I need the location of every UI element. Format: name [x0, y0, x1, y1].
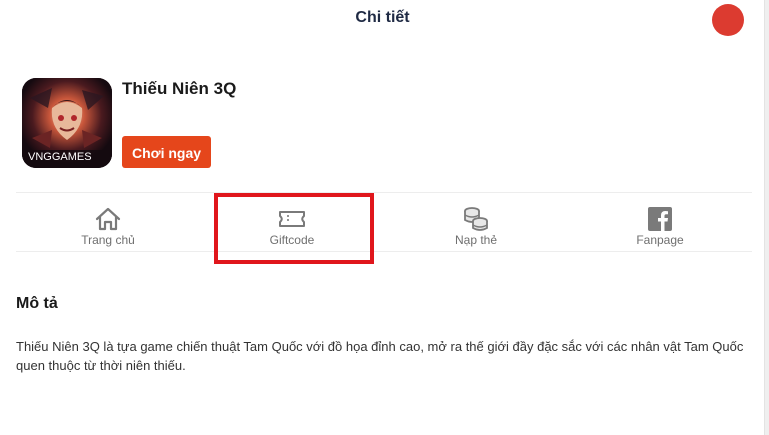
page: Chi tiết VNGGAMES Thiếu Niên 3Q Chơi nga…	[0, 0, 769, 435]
tab-topup-label: Nạp thẻ	[454, 233, 498, 247]
divider	[16, 251, 752, 252]
scrollbar[interactable]	[764, 0, 769, 435]
app-icon: VNGGAMES	[22, 78, 112, 168]
brand-logo-text: VNGGAMES	[28, 151, 92, 163]
app-title: Thiếu Niên 3Q	[122, 79, 237, 98]
tab-home[interactable]: Trang chủ	[16, 193, 200, 251]
tab-giftcode-label: Giftcode	[269, 233, 315, 247]
tab-topup[interactable]: Nạp thẻ	[384, 193, 568, 251]
tab-fanpage[interactable]: Fanpage	[568, 193, 752, 251]
nav-tabs: Trang chủ Giftcode Nạp thẻ Fanpage	[16, 193, 752, 251]
description-heading: Mô tả	[16, 295, 58, 312]
tab-fanpage-label: Fanpage	[636, 233, 684, 247]
page-title: Chi tiết	[355, 9, 410, 26]
home-icon	[94, 206, 122, 232]
ticket-icon	[278, 206, 306, 232]
close-icon[interactable]	[712, 4, 744, 36]
header: Chi tiết	[0, 0, 765, 38]
tab-giftcode[interactable]: Giftcode	[200, 193, 384, 251]
play-now-button[interactable]: Chơi ngay	[122, 136, 211, 168]
description-text: Thiếu Niên 3Q là tựa game chiến thuật Ta…	[16, 339, 744, 373]
tab-home-label: Trang chủ	[81, 233, 135, 247]
coins-icon	[462, 206, 490, 232]
facebook-icon	[646, 206, 674, 232]
